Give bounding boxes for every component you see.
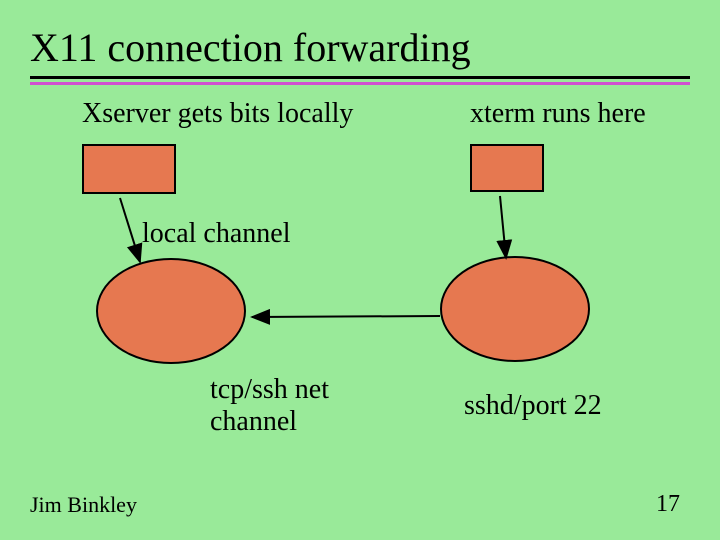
diagram-arrows	[0, 0, 720, 540]
label-tcp-ssh: tcp/ssh net channel	[210, 374, 329, 438]
ssh-client-ellipse	[96, 258, 246, 364]
arrow-xterm-to-sshd	[500, 196, 506, 258]
xserver-box	[82, 144, 176, 194]
page-title: X11 connection forwarding	[30, 24, 471, 71]
label-xterm: xterm runs here	[470, 98, 646, 130]
label-xserver: Xserver gets bits locally	[82, 98, 353, 130]
xterm-box	[470, 144, 544, 192]
title-underline-accent	[30, 82, 690, 85]
footer-page-number: 17	[656, 491, 680, 518]
label-sshd: sshd/port 22	[464, 390, 602, 422]
arrow-sshd-to-client	[252, 316, 440, 317]
footer-author: Jim Binkley	[30, 492, 137, 518]
arrow-xserver-to-client	[120, 198, 140, 262]
sshd-ellipse	[440, 256, 590, 362]
title-underline-black	[30, 76, 690, 79]
label-local-channel: local channel	[142, 218, 290, 250]
